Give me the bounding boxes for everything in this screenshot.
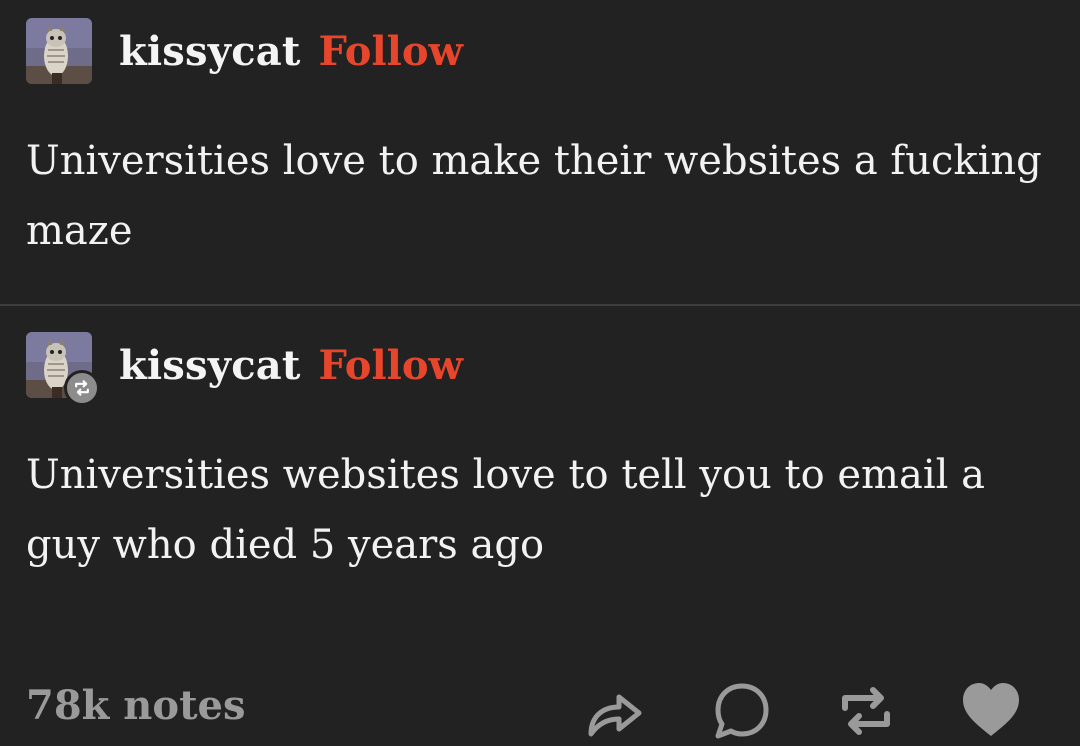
username[interactable]: kissycat [119,342,301,389]
follow-button[interactable]: Follow [319,28,463,75]
username[interactable]: kissycat [119,28,301,75]
post-header: kissycat Follow [26,332,463,406]
avatar[interactable] [26,332,100,406]
avatar[interactable] [26,18,92,84]
post-original: kissycat Follow Universities love to mak… [0,0,1080,304]
post-reblog: kissycat Follow Universities websites lo… [0,305,1080,740]
reblog-badge [64,370,100,406]
post-header: kissycat Follow [26,18,463,84]
notes-count[interactable]: 78k notes [26,682,246,729]
reply-button[interactable] [711,680,773,742]
post-text: Universities love to make their websites… [26,138,1042,254]
owl-avatar-icon [26,18,92,84]
like-button[interactable] [960,680,1022,742]
reblog-icon [75,380,89,396]
follow-button[interactable]: Follow [319,342,463,389]
reblog-button[interactable] [835,680,897,742]
share-icon [588,694,642,737]
heart-icon [963,683,1019,736]
reblog-icon [842,687,890,735]
reply-icon [715,683,769,739]
share-button[interactable] [583,680,645,742]
post-text: Universities websites love to tell you t… [26,452,985,568]
